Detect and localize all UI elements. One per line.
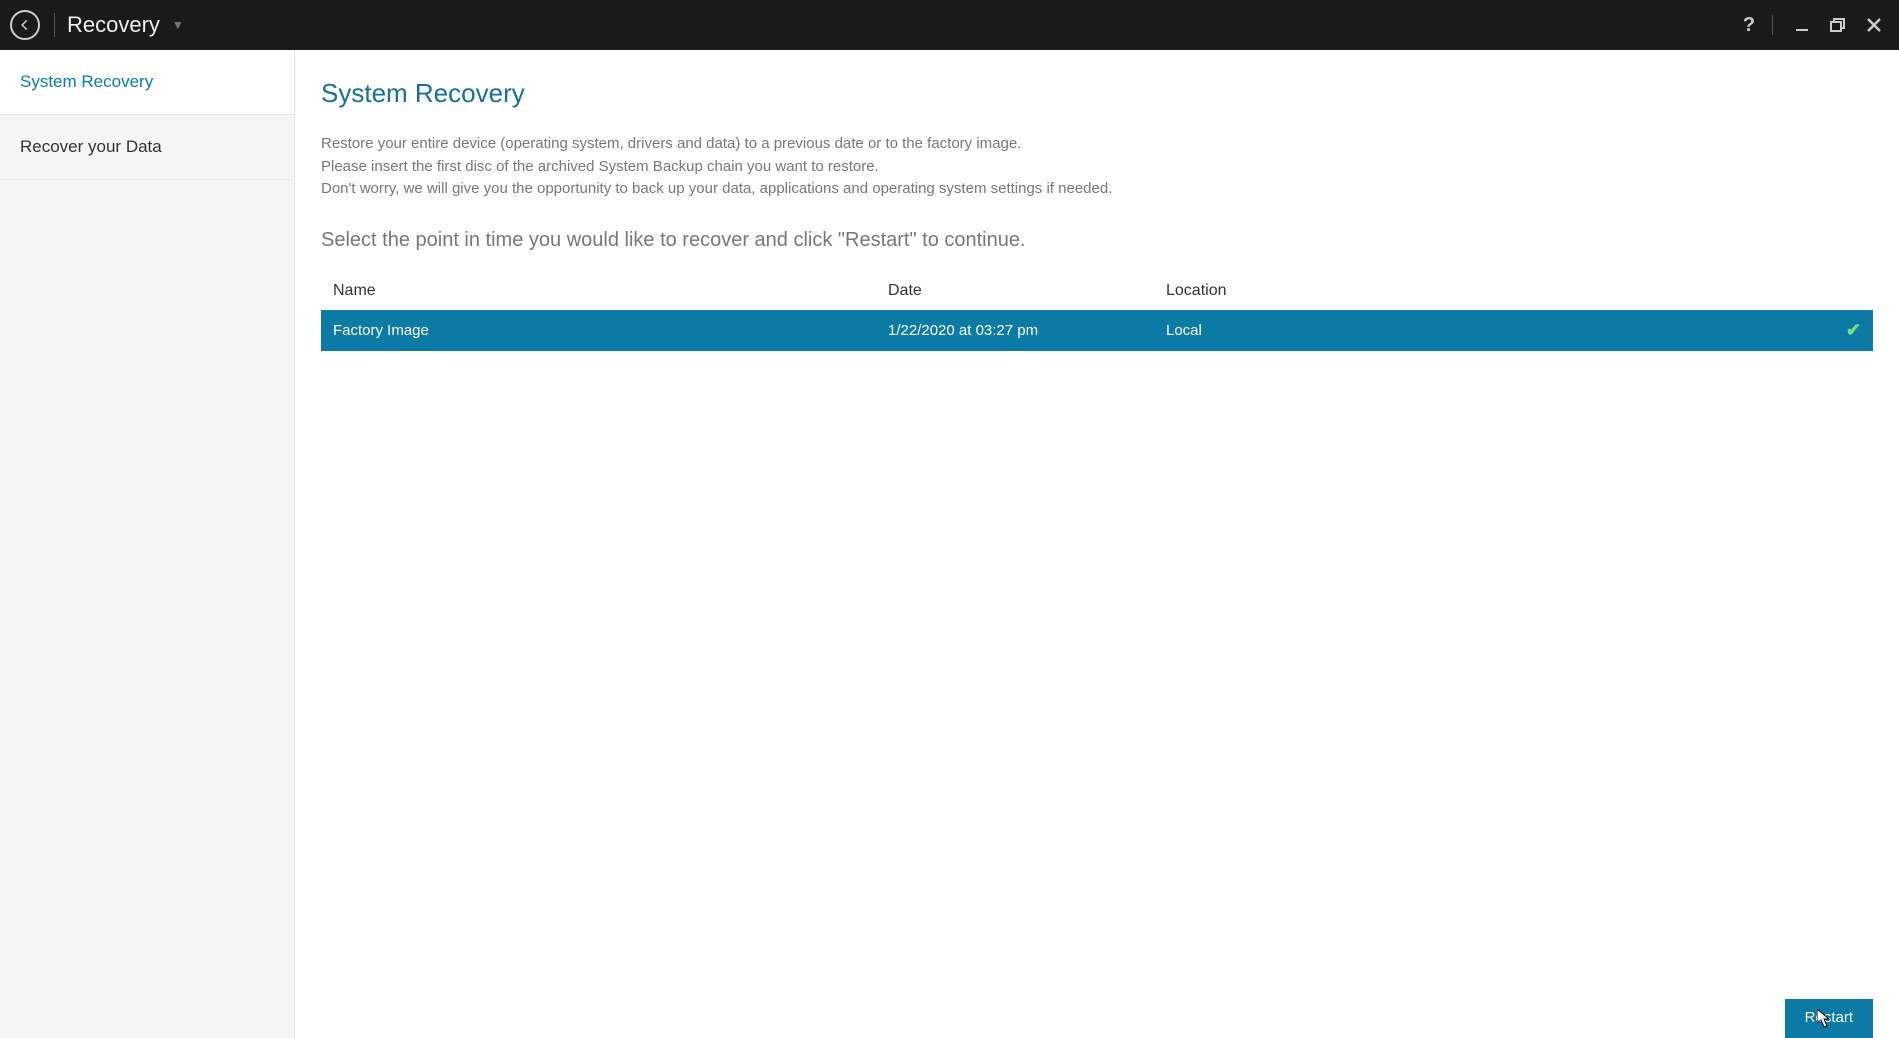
desc-line: Please insert the first disc of the arch…: [321, 156, 1873, 179]
table-header: Name Date Location: [321, 272, 1873, 310]
page-title: System Recovery: [321, 78, 1873, 109]
cell-name: Factory Image: [333, 322, 888, 339]
cell-date: 1/22/2020 at 03:27 pm: [888, 322, 1166, 339]
page-description: Restore your entire device (operating sy…: [321, 133, 1873, 201]
desc-line: Restore your entire device (operating sy…: [321, 133, 1873, 156]
sidebar-item-recover-your-data[interactable]: Recover your Data: [0, 115, 294, 180]
table-row[interactable]: Factory Image 1/22/2020 at 03:27 pm Loca…: [321, 310, 1873, 351]
chevron-down-icon[interactable]: ▼: [172, 18, 184, 32]
close-icon: [1866, 17, 1882, 33]
col-header-name: Name: [333, 282, 888, 300]
maximize-button[interactable]: [1823, 10, 1853, 40]
sidebar-item-label: System Recovery: [20, 72, 153, 91]
divider: [54, 13, 55, 37]
footer-bar: Restart: [321, 999, 1873, 1038]
help-button[interactable]: ?: [1734, 10, 1764, 40]
sidebar-item-label: Recover your Data: [20, 137, 162, 156]
col-header-date: Date: [888, 282, 1166, 300]
back-button[interactable]: [10, 10, 40, 40]
main-panel: System Recovery Restore your entire devi…: [295, 50, 1899, 1038]
desc-line: Don't worry, we will give you the opport…: [321, 178, 1873, 201]
app-title: Recovery: [67, 12, 160, 38]
arrow-left-icon: [18, 18, 32, 32]
close-button[interactable]: [1859, 10, 1889, 40]
recovery-points-table: Name Date Location Factory Image 1/22/20…: [321, 272, 1873, 351]
content-area: System Recovery Recover your Data System…: [0, 50, 1899, 1038]
instruction-text: Select the point in time you would like …: [321, 229, 1873, 252]
check-icon: ✔: [1846, 320, 1861, 340]
sidebar: System Recovery Recover your Data: [0, 50, 295, 1038]
restart-button[interactable]: Restart: [1785, 999, 1873, 1038]
cell-location: Local: [1166, 322, 1386, 339]
minimize-button[interactable]: [1787, 10, 1817, 40]
cell-selected: ✔: [1386, 320, 1861, 341]
col-header-empty: [1386, 282, 1861, 300]
sidebar-item-system-recovery[interactable]: System Recovery: [0, 50, 294, 115]
col-header-location: Location: [1166, 282, 1386, 300]
title-bar: Recovery ▼ ?: [0, 0, 1899, 50]
minimize-icon: [1794, 17, 1810, 33]
divider: [1772, 15, 1773, 35]
maximize-icon: [1830, 17, 1846, 33]
